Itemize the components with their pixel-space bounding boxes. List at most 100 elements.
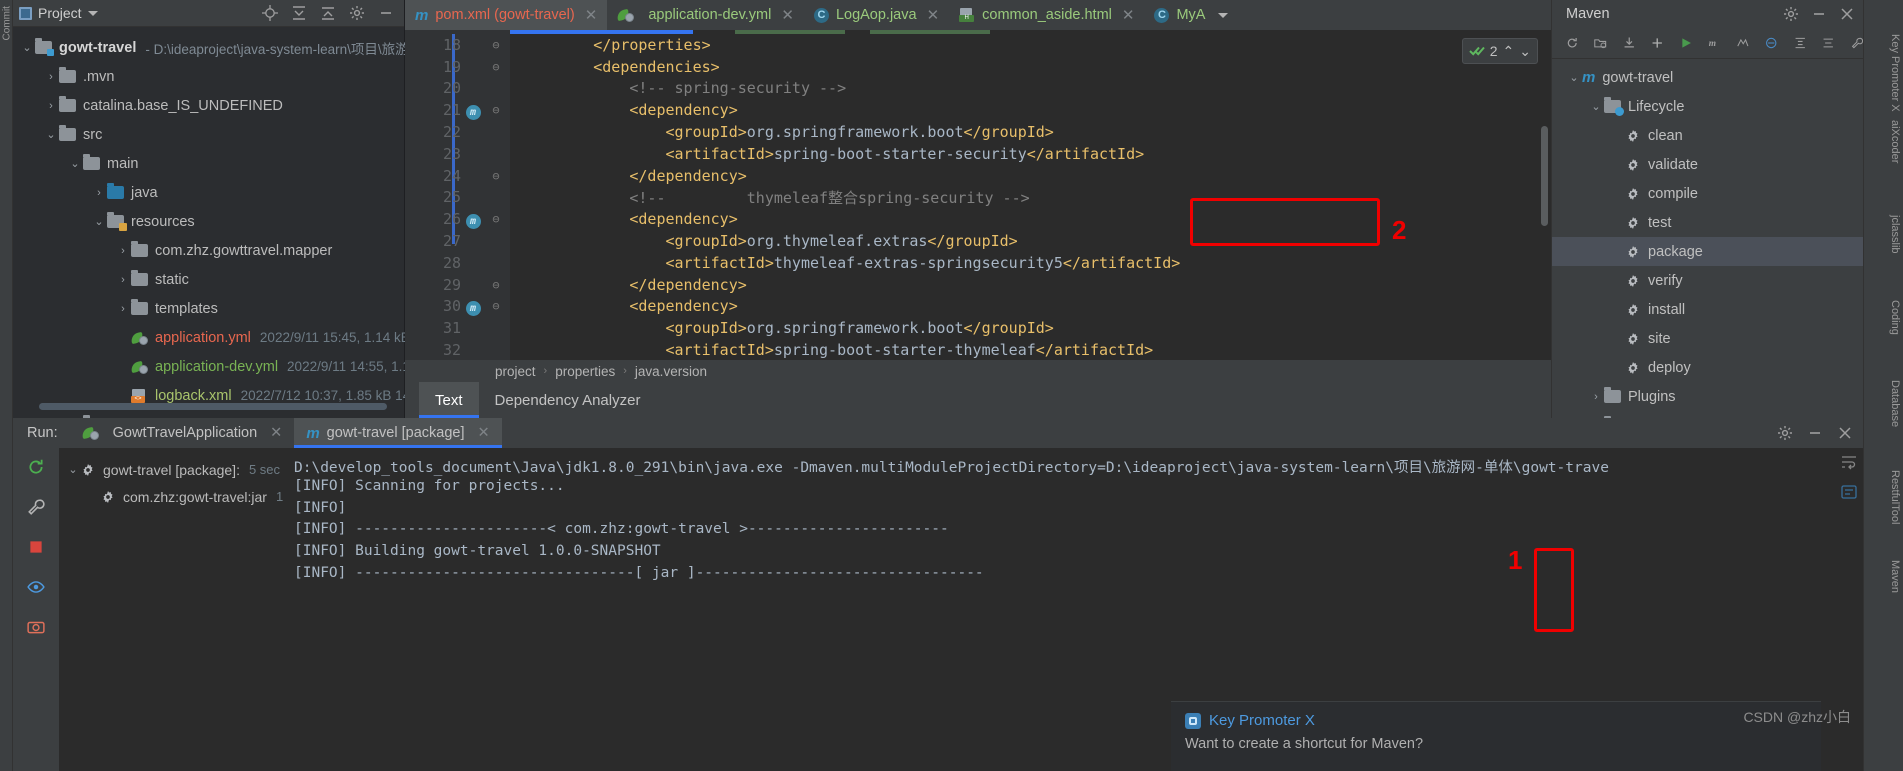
editor-tab[interactable]: C LogAop.java ✕ xyxy=(804,0,949,30)
run-tree-row[interactable]: com.zhz:gowt-travel:jar1 sec xyxy=(59,483,307,510)
maven-tree-row[interactable]: ⌄ Lifecycle xyxy=(1552,92,1863,121)
chevron-down-icon[interactable]: ⌄ xyxy=(91,215,107,228)
camera-icon[interactable] xyxy=(27,618,45,636)
minimize-icon[interactable] xyxy=(1807,425,1823,441)
chevron-down-icon[interactable]: ⌄ xyxy=(65,463,81,476)
editor-bottom-tab[interactable]: Text xyxy=(419,382,479,418)
expand-all-icon[interactable] xyxy=(1794,35,1806,51)
chevron-down-icon[interactable]: ⌄ xyxy=(19,41,35,54)
settings-wrench-icon[interactable] xyxy=(1851,35,1863,51)
maven-goal-package[interactable]: package xyxy=(1552,237,1863,266)
chevron-right-icon[interactable]: › xyxy=(115,245,131,257)
close-icon[interactable] xyxy=(1839,6,1855,22)
chevron-right-icon[interactable]: › xyxy=(1588,391,1604,403)
toggle-offline-icon[interactable] xyxy=(1765,35,1777,51)
chevron-down-icon[interactable]: ⌄ xyxy=(67,157,83,170)
editor-bottom-tabs[interactable]: Text Dependency Analyzer xyxy=(405,382,1551,418)
run-icon[interactable] xyxy=(1680,35,1692,51)
close-icon[interactable] xyxy=(1837,425,1853,441)
maven-tree-row[interactable]: install xyxy=(1552,295,1863,324)
project-tree-row[interactable]: › templates xyxy=(13,294,404,323)
project-tree-row[interactable]: application-dev.yml 2022/9/11 14:55, 1.1 … xyxy=(13,352,474,381)
right-rail-item[interactable]: Key Promoter X xyxy=(1865,34,1901,112)
maven-tree-row[interactable]: ⌄ m gowt-travel xyxy=(1552,63,1863,92)
maven-tree-row[interactable]: deploy xyxy=(1552,353,1863,382)
soft-wrap-icon[interactable] xyxy=(1841,484,1857,500)
editor-tab-bar[interactable]: m pom.xml (gowt-travel) ✕ application-dev.y… xyxy=(405,0,1551,30)
settings-icon[interactable] xyxy=(349,5,365,21)
breadcrumb[interactable]: project › properties › java.version xyxy=(405,360,1551,382)
run-tab[interactable]: GowtTravelApplication ✕ xyxy=(70,418,295,448)
maven-tree[interactable]: ⌄ m gowt-travel ⌄ Lifecycle clean validate comp… xyxy=(1552,59,1863,440)
download-sources-icon[interactable] xyxy=(1623,35,1635,51)
add-icon[interactable] xyxy=(1651,35,1663,51)
locate-icon[interactable] xyxy=(262,5,278,21)
inspection-widget[interactable]: 2 ⌃ ⌄ xyxy=(1461,38,1538,64)
eye-icon[interactable] xyxy=(27,578,45,596)
project-tree-row[interactable]: › java xyxy=(13,178,404,207)
project-tree-row[interactable]: ⌄ gowt-travel - D:\ideaproject\java-system… xyxy=(13,33,422,62)
editor-tab[interactable]: application-dev.yml ✕ xyxy=(607,0,804,30)
project-horizontal-scrollbar[interactable] xyxy=(39,403,387,410)
close-icon[interactable]: ✕ xyxy=(585,6,598,24)
chevron-right-icon[interactable]: › xyxy=(115,274,131,286)
chevron-right-icon[interactable]: › xyxy=(43,71,59,83)
fold-toggle-icon[interactable]: ⊖ xyxy=(485,169,507,183)
run-tab[interactable]: m gowt-travel [package] ✕ xyxy=(294,418,502,448)
close-icon[interactable]: ✕ xyxy=(1122,6,1135,24)
maven-tree-row[interactable]: clean xyxy=(1552,121,1863,150)
project-tree-row[interactable]: › static xyxy=(13,265,404,294)
breadcrumb-item[interactable]: project xyxy=(495,364,536,379)
run-tree[interactable]: ⌄ gowt-travel [package]: 5 sec com.zhz:gowt… xyxy=(59,448,307,771)
maven-tree-row[interactable]: › Plugins xyxy=(1552,382,1863,411)
code-lines[interactable]: 18 ⊖ </properties> 19 ⊖ <dependencies> 20 <!… xyxy=(405,34,1551,361)
close-icon[interactable]: ✕ xyxy=(478,425,490,441)
chevron-down-icon[interactable]: ⌄ xyxy=(1588,100,1604,113)
reload-icon[interactable] xyxy=(1566,35,1578,51)
maven-update-icon[interactable]: m xyxy=(465,213,481,229)
stop-icon[interactable] xyxy=(27,538,45,556)
editor-vertical-scrollbar[interactable] xyxy=(1541,126,1548,226)
rerun-icon[interactable] xyxy=(27,458,45,476)
run-tab-bar[interactable]: GowtTravelApplication ✕ m gowt-travel [pack… xyxy=(70,418,502,448)
skip-tests-icon[interactable] xyxy=(1737,35,1749,51)
expand-all-icon[interactable] xyxy=(291,5,307,21)
key-promoter-notification[interactable]: Key Promoter X Want to create a shortcut… xyxy=(1171,701,1821,771)
project-tree[interactable]: ⌄ gowt-travel - D:\ideaproject\java-system… xyxy=(13,27,480,439)
editor-tab[interactable]: m pom.xml (gowt-travel) ✕ xyxy=(405,0,608,30)
fold-toggle-icon[interactable]: ⊖ xyxy=(485,103,507,117)
hide-window-icon[interactable] xyxy=(378,5,394,21)
close-icon[interactable]: ✕ xyxy=(270,425,282,441)
settings-icon[interactable] xyxy=(1777,425,1793,441)
left-tool-rail[interactable]: Commit xyxy=(0,0,13,771)
breadcrumb-item[interactable]: properties xyxy=(555,364,615,379)
right-rail-item[interactable]: aiXcoder xyxy=(1865,120,1901,163)
minimize-icon[interactable] xyxy=(1811,6,1827,22)
breadcrumb-item[interactable]: java.version xyxy=(635,364,707,379)
project-tree-row[interactable]: › catalina.base_IS_UNDEFINED xyxy=(13,91,404,120)
project-tree-row[interactable]: application.yml 2022/9/11 15:45, 1.14 kB … xyxy=(13,323,480,352)
chevron-right-icon[interactable]: › xyxy=(43,100,59,112)
maven-update-icon[interactable]: m xyxy=(461,210,485,229)
project-tree-row[interactable]: › .mvn xyxy=(13,62,404,91)
maven-tree-row[interactable]: site xyxy=(1552,324,1863,353)
maven-update-icon[interactable]: m xyxy=(465,104,481,120)
maven-update-icon[interactable]: m xyxy=(461,101,485,120)
project-tree-row[interactable]: ⌄ src xyxy=(13,120,404,149)
right-rail-item[interactable]: Maven xyxy=(1865,560,1901,593)
project-tree-row[interactable]: ⌄ main xyxy=(13,149,404,178)
right-tool-rail[interactable]: Key Promoter X aiXcoder jclasslib Coding Dat… xyxy=(1863,0,1903,771)
project-tree-row[interactable]: › com.zhz.gowttravel.mapper xyxy=(13,236,404,265)
editor-tab[interactable]: Hcommon_aside.html ✕ xyxy=(949,0,1144,30)
chevron-down-icon[interactable]: ⌄ xyxy=(1566,71,1582,84)
right-rail-item[interactable]: Database xyxy=(1865,380,1901,427)
chevron-right-icon[interactable]: › xyxy=(91,187,107,199)
right-rail-item[interactable]: RestfulTool xyxy=(1865,470,1901,524)
maven-icon[interactable]: m xyxy=(1708,35,1720,51)
maven-update-icon[interactable]: m xyxy=(465,300,481,316)
editor-tab[interactable]: C MyA xyxy=(1144,0,1238,30)
left-rail-commit-label[interactable]: Commit xyxy=(2,0,13,40)
maven-update-icon[interactable]: m xyxy=(461,297,485,316)
fold-toggle-icon[interactable]: ⊖ xyxy=(485,212,507,226)
fold-toggle-icon[interactable]: ⊖ xyxy=(485,278,507,292)
